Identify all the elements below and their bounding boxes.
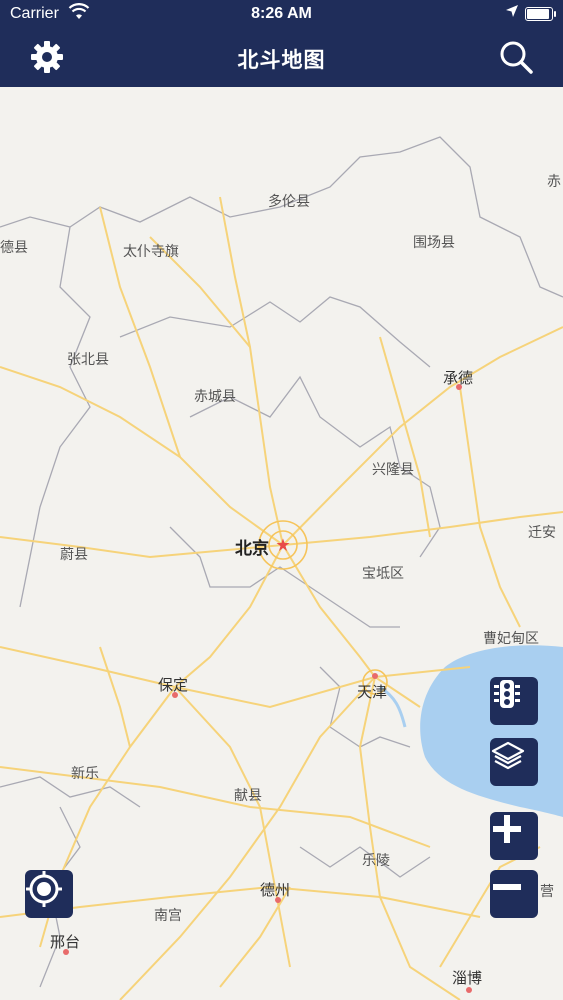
map-label-zibo: 淄博 bbox=[452, 969, 483, 987]
map-label-xinle: 新乐 bbox=[71, 766, 99, 782]
map-label-chicheng: 赤城县 bbox=[194, 389, 236, 405]
traffic-button[interactable] bbox=[490, 677, 538, 725]
capital-star-icon bbox=[276, 538, 290, 551]
map-view[interactable]: 多伦县 太仆寺旗 围场县 德县 赤 张北县 承德 赤城县 兴隆县 北京 蔚县 迁… bbox=[0, 87, 563, 1000]
search-button[interactable] bbox=[497, 38, 535, 76]
navigation-bar: 北斗地图 bbox=[0, 30, 563, 87]
map-label-edge-dexian: 德县 bbox=[0, 240, 28, 256]
map-label-xianxian: 献县 bbox=[234, 788, 262, 804]
map-label-baoding: 保定 bbox=[158, 676, 189, 694]
location-arrow-icon bbox=[505, 4, 519, 23]
layers-button[interactable] bbox=[490, 738, 538, 786]
map-label-chengde: 承德 bbox=[443, 369, 474, 387]
battery-icon bbox=[525, 7, 556, 21]
map-label-beijing: 北京 bbox=[235, 539, 269, 559]
locate-button[interactable] bbox=[25, 870, 73, 918]
zoom-out-button[interactable] bbox=[490, 870, 538, 918]
traffic-icon bbox=[494, 680, 520, 708]
map-label-qianan: 迁安 bbox=[528, 525, 556, 541]
locate-icon bbox=[26, 871, 62, 907]
zoom-in-button[interactable] bbox=[490, 812, 538, 860]
map-label-edge-ying: 营 bbox=[540, 884, 554, 900]
layers-icon bbox=[491, 741, 525, 770]
map-label-duolun: 多伦县 bbox=[268, 194, 310, 210]
map-label-xingtai: 邢台 bbox=[50, 933, 81, 951]
map-label-baodi: 宝坻区 bbox=[362, 566, 404, 582]
page-title: 北斗地图 bbox=[237, 48, 326, 72]
plus-icon bbox=[493, 815, 521, 843]
map-label-edge-chi: 赤 bbox=[547, 174, 561, 190]
map-label-zhangbei: 张北县 bbox=[67, 352, 109, 368]
map-label-xinglong: 兴隆县 bbox=[372, 462, 414, 478]
status-bar: Carrier 8:26 AM bbox=[0, 0, 563, 30]
search-icon bbox=[500, 41, 533, 74]
map-label-weixian: 蔚县 bbox=[60, 547, 88, 563]
map-label-tianjin: 天津 bbox=[357, 683, 388, 701]
map-label-taipusi: 太仆寺旗 bbox=[123, 244, 179, 260]
minus-icon bbox=[493, 884, 521, 890]
city-dot bbox=[372, 673, 378, 679]
clock: 8:26 AM bbox=[251, 5, 312, 22]
map-label-nangong: 南宫 bbox=[154, 908, 182, 924]
map-label-leling: 乐陵 bbox=[362, 853, 390, 869]
map-label-dezhou: 德州 bbox=[260, 881, 291, 899]
map-label-caofeidian: 曹妃甸区 bbox=[483, 631, 539, 647]
map-label-weichang: 围场县 bbox=[413, 235, 455, 251]
